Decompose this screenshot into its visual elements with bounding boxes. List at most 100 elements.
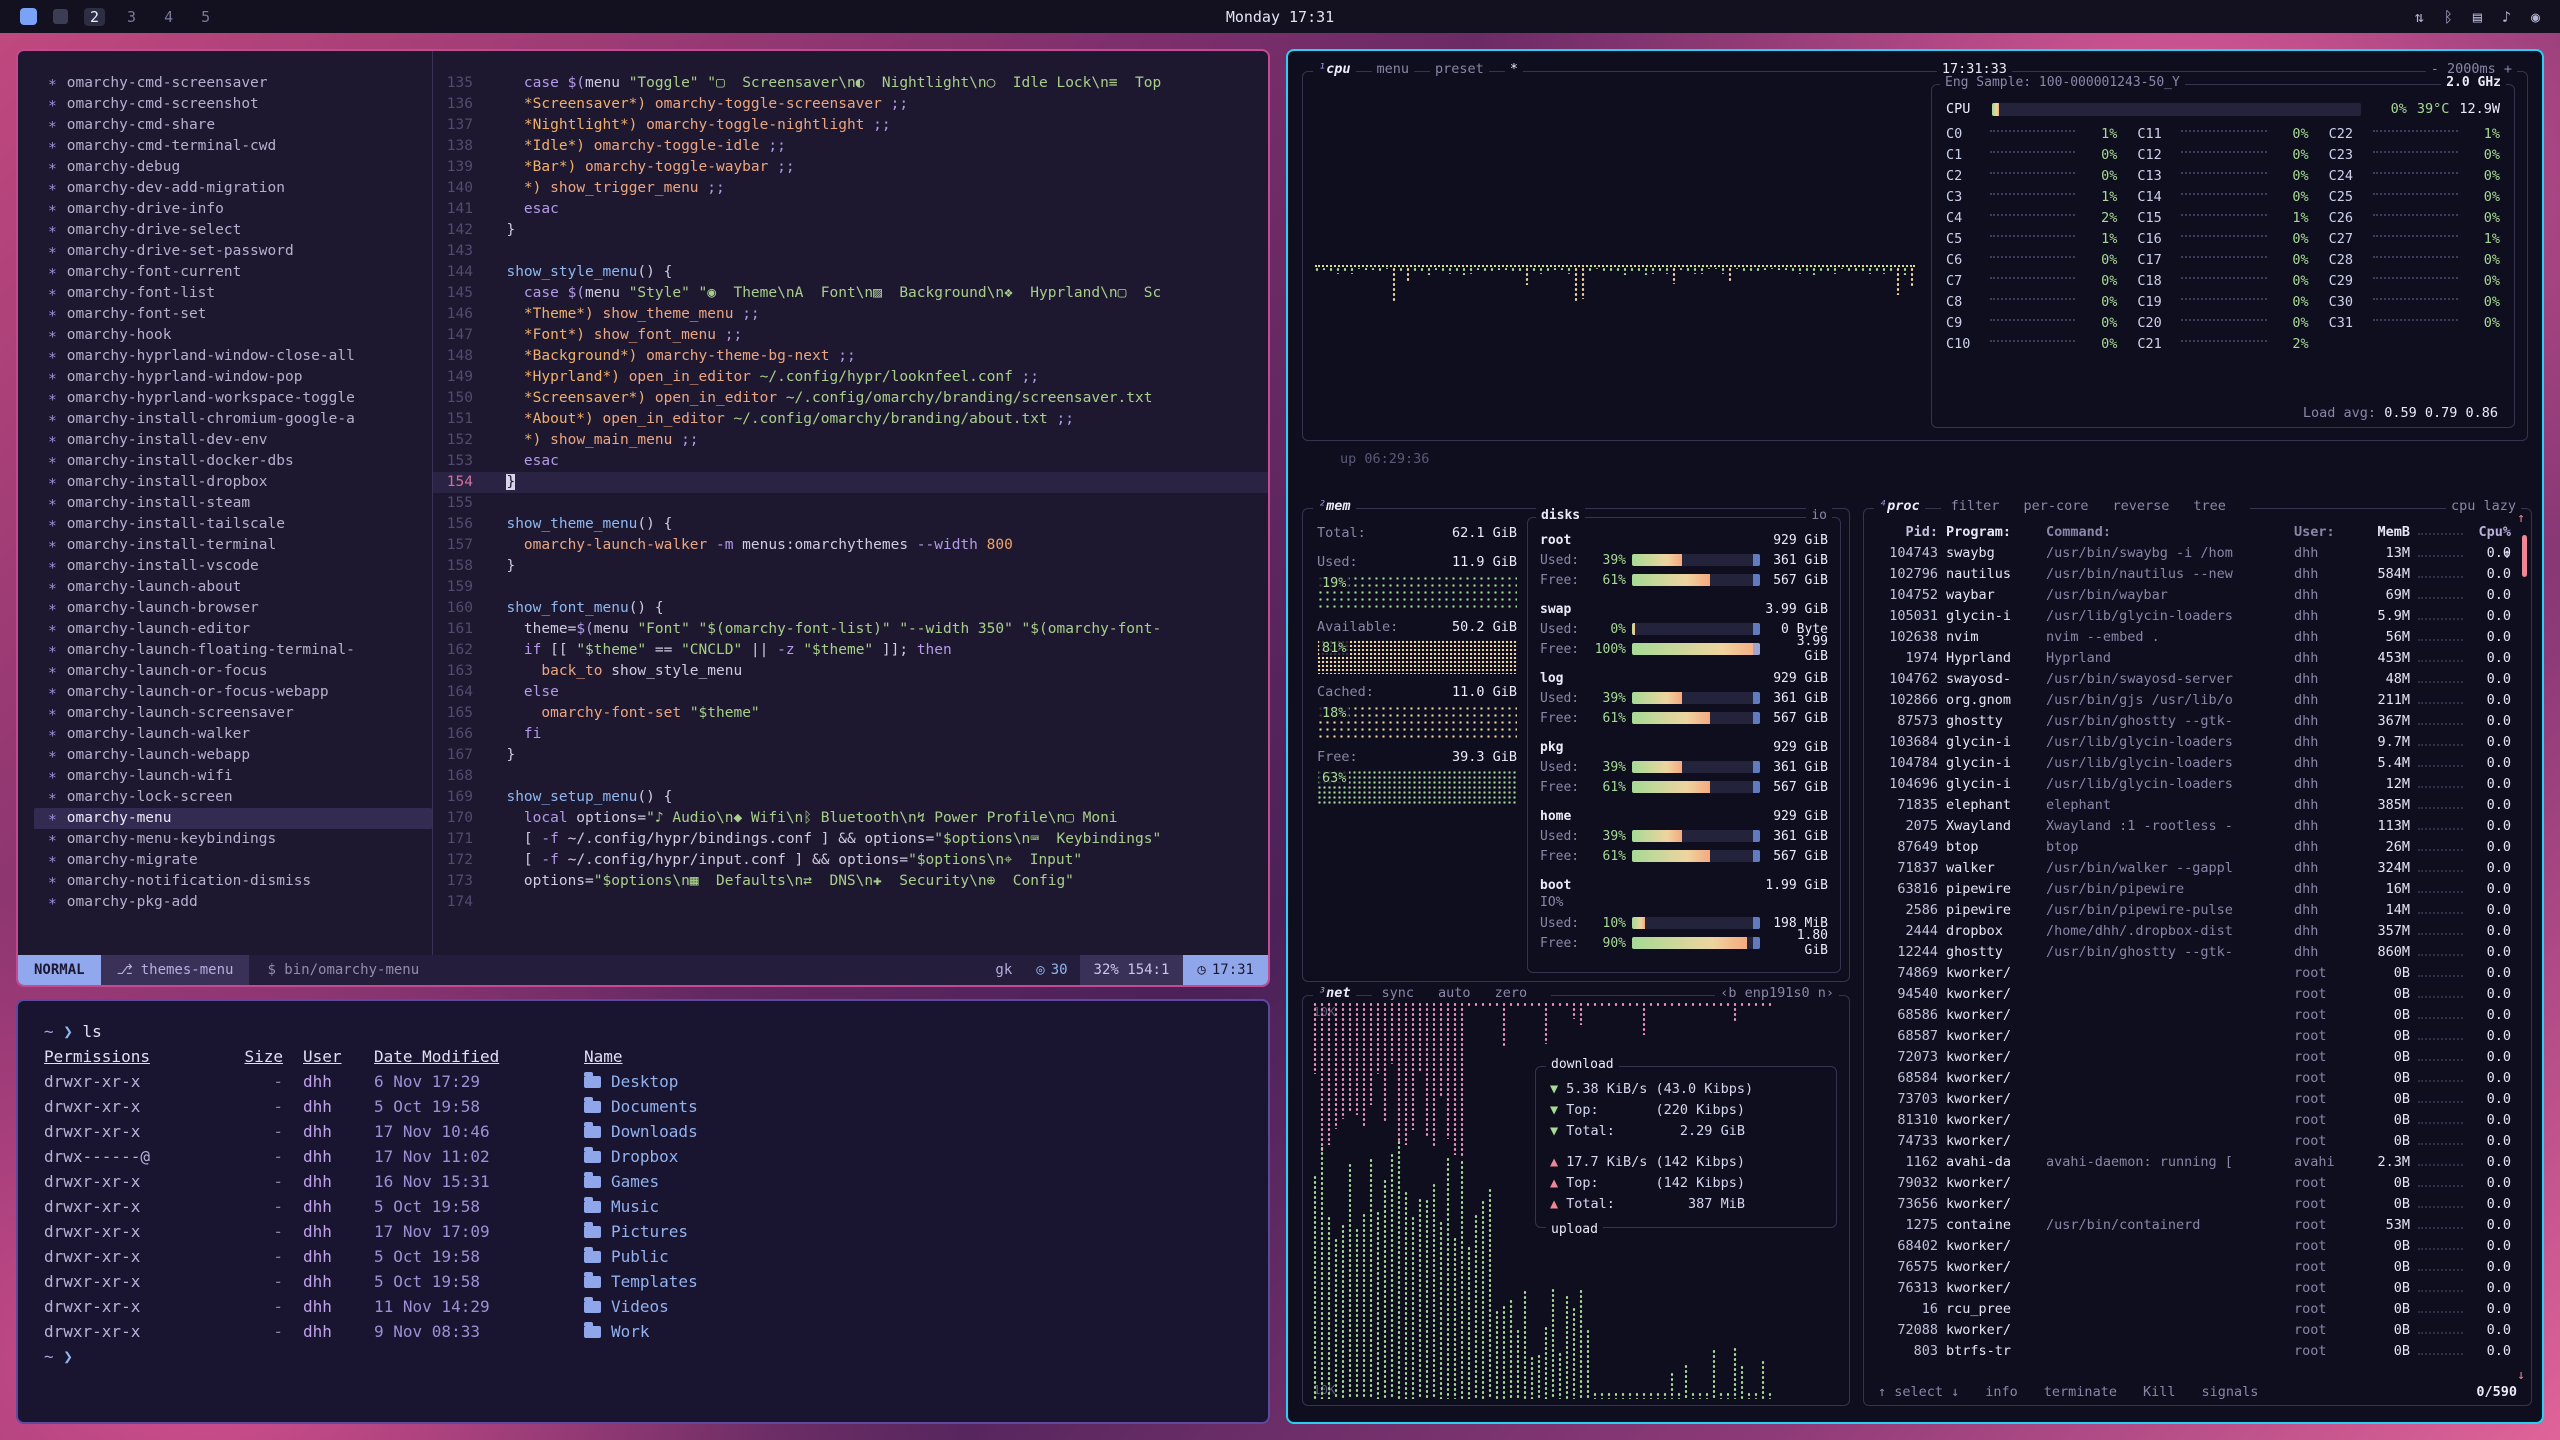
process-row[interactable]: 68584kworker/root0B0.0 <box>1876 1068 2521 1089</box>
process-row[interactable]: 73656kworker/root0B0.0 <box>1876 1194 2521 1215</box>
process-row[interactable]: 102866org.gnom/usr/bin/gjs /usr/lib/odhh… <box>1876 690 2521 711</box>
proc-footer-option[interactable]: terminate <box>2044 1384 2117 1400</box>
file-item[interactable]: ∗omarchy-hyprland-workspace-toggle <box>34 388 432 409</box>
io-toggle[interactable]: io <box>1806 508 1832 523</box>
file-item[interactable]: ∗omarchy-install-tailscale <box>34 514 432 535</box>
file-item[interactable]: ∗omarchy-launch-about <box>34 577 432 598</box>
file-item[interactable]: ∗omarchy-install-vscode <box>34 556 432 577</box>
process-row[interactable]: 68586kworker/root0B0.0 <box>1876 1005 2521 1026</box>
process-row[interactable]: 74733kworker/root0B0.0 <box>1876 1131 2521 1152</box>
workspace-app-icon[interactable] <box>20 8 37 25</box>
process-row[interactable]: 71837walker/usr/bin/walker --gappldhh324… <box>1876 858 2521 879</box>
proc-footer-option[interactable]: info <box>1985 1384 2018 1400</box>
process-row[interactable]: 102638nvimnvim --embed .dhh56M0.0 <box>1876 627 2521 648</box>
process-row[interactable]: 1162avahi-daavahi-daemon: running [avahi… <box>1876 1152 2521 1173</box>
file-item[interactable]: ∗omarchy-launch-or-focus-webapp <box>34 682 432 703</box>
process-row[interactable]: 104752waybar/usr/bin/waybardhh69M0.0 <box>1876 585 2521 606</box>
file-item[interactable]: ∗omarchy-launch-walker <box>34 724 432 745</box>
workspace-5[interactable]: 5 <box>195 8 216 26</box>
file-item[interactable]: ∗omarchy-install-dropbox <box>34 472 432 493</box>
process-row[interactable]: 12244ghostty/usr/bin/ghostty --gtk-dhh86… <box>1876 942 2521 963</box>
process-row[interactable]: 803btrfs-trroot0B0.0 <box>1876 1341 2521 1362</box>
file-item[interactable]: ∗omarchy-drive-select <box>34 220 432 241</box>
process-row[interactable]: 87649btopbtopdhh26M0.0 <box>1876 837 2521 858</box>
file-item[interactable]: ∗omarchy-drive-info <box>34 199 432 220</box>
process-row[interactable]: 74869kworker/root0B0.0 <box>1876 963 2521 984</box>
process-row[interactable]: 1275containe/usr/bin/containerdroot53M0.… <box>1876 1215 2521 1236</box>
file-item[interactable]: ∗omarchy-debug <box>34 157 432 178</box>
proc-option-filter[interactable]: filter <box>1946 498 2005 514</box>
process-row[interactable]: 87573ghostty/usr/bin/ghostty --gtk-dhh36… <box>1876 711 2521 732</box>
bluetooth-icon[interactable]: ᛒ <box>2444 8 2453 26</box>
process-row[interactable]: 68587kworker/root0B0.0 <box>1876 1026 2521 1047</box>
file-item[interactable]: ∗omarchy-launch-wifi <box>34 766 432 787</box>
process-row[interactable]: 72088kworker/root0B0.0 <box>1876 1320 2521 1341</box>
file-item[interactable]: ∗omarchy-migrate <box>34 850 432 871</box>
process-row[interactable]: 104696glycin-i/usr/lib/glycin-loadersdhh… <box>1876 774 2521 795</box>
power-icon[interactable]: ◉ <box>2531 8 2540 26</box>
process-row[interactable]: 71835elephantelephantdhh385M0.0 <box>1876 795 2521 816</box>
code-editor[interactable]: 135 case $(menu "Toggle" "▢ Screensaver\… <box>433 51 1268 955</box>
file-item[interactable]: ∗omarchy-dev-add-migration <box>34 178 432 199</box>
file-list[interactable]: ∗omarchy-cmd-screensaver∗omarchy-cmd-scr… <box>18 51 433 955</box>
file-item[interactable]: ∗omarchy-cmd-share <box>34 115 432 136</box>
scroll-down-icon[interactable]: ↓ <box>2517 1368 2525 1383</box>
proc-option-reverse[interactable]: reverse <box>2107 498 2174 514</box>
file-item[interactable]: ∗omarchy-font-set <box>34 304 432 325</box>
workspace-dot-icon[interactable] <box>53 9 68 24</box>
file-item[interactable]: ∗omarchy-install-docker-dbs <box>34 451 432 472</box>
process-row[interactable]: 2586pipewire/usr/bin/pipewire-pulsedhh14… <box>1876 900 2521 921</box>
process-row[interactable]: 102796nautilus/usr/bin/nautilus --newdhh… <box>1876 564 2521 585</box>
process-row[interactable]: 1974HyprlandHyprlanddhh453M0.0 <box>1876 648 2521 669</box>
file-item[interactable]: ∗omarchy-install-terminal <box>34 535 432 556</box>
file-item[interactable]: ∗omarchy-hyprland-window-pop <box>34 367 432 388</box>
process-row[interactable]: 94540kworker/root0B0.0 <box>1876 984 2521 1005</box>
process-row[interactable]: 103684glycin-i/usr/lib/glycin-loadersdhh… <box>1876 732 2521 753</box>
share-icon[interactable]: ⇅ <box>2415 8 2424 26</box>
process-row[interactable]: 63816pipewire/usr/bin/pipewiredhh16M0.0 <box>1876 879 2521 900</box>
net-option-auto[interactable]: auto <box>1433 985 1476 1001</box>
proc-option-per-core[interactable]: per-core <box>2018 498 2093 514</box>
file-item[interactable]: ∗omarchy-hyprland-window-close-all <box>34 346 432 367</box>
file-item[interactable]: ∗omarchy-launch-screensaver <box>34 703 432 724</box>
process-row[interactable]: 2444dropbox/home/dhh/.dropbox-distdhh357… <box>1876 921 2521 942</box>
process-row[interactable]: 104743swaybg/usr/bin/swaybg -i /homdhh13… <box>1876 543 2521 564</box>
process-row[interactable]: 81310kworker/root0B0.0 <box>1876 1110 2521 1131</box>
net-option-zero[interactable]: zero <box>1490 985 1533 1001</box>
file-item[interactable]: ∗omarchy-launch-webapp <box>34 745 432 766</box>
proc-sort-mode[interactable]: cpu lazy <box>2446 498 2521 514</box>
file-item[interactable]: ∗omarchy-launch-editor <box>34 619 432 640</box>
process-row[interactable]: 76575kworker/root0B0.0 <box>1876 1257 2521 1278</box>
workspace-2[interactable]: 2 <box>84 8 105 26</box>
process-row[interactable]: 16rcu_preeroot0B0.0 <box>1876 1299 2521 1320</box>
proc-footer-option[interactable]: Kill <box>2143 1384 2176 1400</box>
file-item[interactable]: ∗omarchy-drive-set-password <box>34 241 432 262</box>
file-item[interactable]: ∗omarchy-font-list <box>34 283 432 304</box>
process-row[interactable]: 68402kworker/root0B0.0 <box>1876 1236 2521 1257</box>
file-item[interactable]: ∗omarchy-launch-or-focus <box>34 661 432 682</box>
network-icon[interactable]: ▤ <box>2473 8 2482 26</box>
process-row[interactable]: 73703kworker/root0B0.0 <box>1876 1089 2521 1110</box>
proc-footer-option[interactable]: signals <box>2201 1384 2258 1400</box>
process-row[interactable]: 2075XwaylandXwayland :1 -rootless -dhh11… <box>1876 816 2521 837</box>
file-item[interactable]: ∗omarchy-cmd-screensaver <box>34 73 432 94</box>
file-item[interactable]: ∗omarchy-cmd-terminal-cwd <box>34 136 432 157</box>
file-item[interactable]: ∗omarchy-launch-browser <box>34 598 432 619</box>
process-row[interactable]: 72073kworker/root0B0.0 <box>1876 1047 2521 1068</box>
proc-option-tree[interactable]: tree <box>2188 498 2231 514</box>
process-row[interactable]: 105031glycin-i/usr/lib/glycin-loadersdhh… <box>1876 606 2521 627</box>
terminal-window[interactable]: ~ ❯ lsPermissionsSizeUserDate ModifiedNa… <box>16 999 1270 1424</box>
process-row[interactable]: 104784glycin-i/usr/lib/glycin-loadersdhh… <box>1876 753 2521 774</box>
process-row[interactable]: 104762swayosd-/usr/bin/swayosd-serverdhh… <box>1876 669 2521 690</box>
process-row[interactable]: 79032kworker/root0B0.0 <box>1876 1173 2521 1194</box>
file-item[interactable]: ∗omarchy-install-dev-env <box>34 430 432 451</box>
cpu-preset-button[interactable]: preset <box>1430 61 1489 77</box>
file-item[interactable]: ∗omarchy-font-current <box>34 262 432 283</box>
file-item[interactable]: ∗omarchy-launch-floating-terminal- <box>34 640 432 661</box>
proc-scrollbar[interactable] <box>2522 535 2527 577</box>
disks-title[interactable]: disks <box>1536 508 1585 523</box>
file-item[interactable]: ∗omarchy-install-chromium-google-a <box>34 409 432 430</box>
file-item[interactable]: ∗omarchy-hook <box>34 325 432 346</box>
cpu-menu-button[interactable]: menu <box>1372 61 1415 77</box>
scroll-up-icon[interactable]: ↑ <box>2517 511 2525 526</box>
